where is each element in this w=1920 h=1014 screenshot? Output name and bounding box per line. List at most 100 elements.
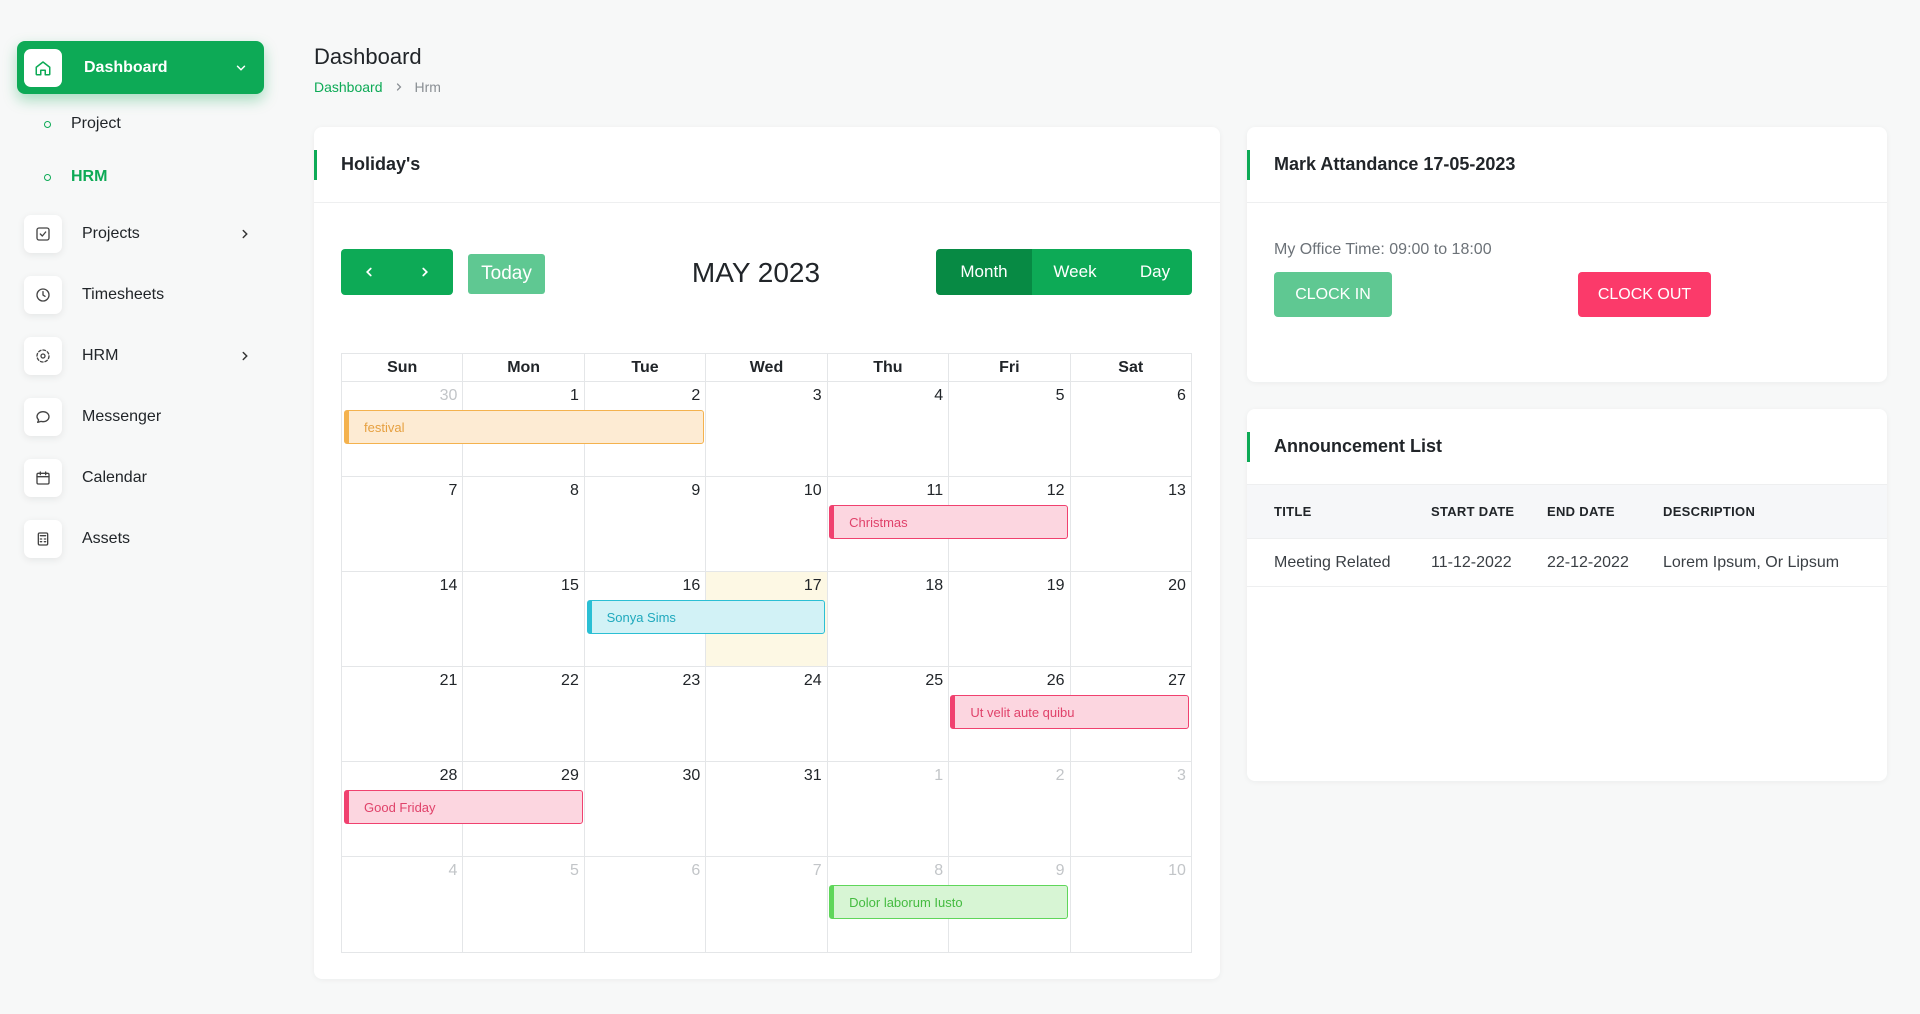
- calendar-day-cell[interactable]: 5: [462, 857, 583, 952]
- calendar-event[interactable]: Ut velit aute quibu: [950, 695, 1189, 729]
- chevron-right-icon: [238, 227, 252, 241]
- sidebar-item-label: Messenger: [82, 408, 162, 425]
- office-time-text: My Office Time: 09:00 to 18:00: [1274, 241, 1492, 258]
- calendar-day-cell[interactable]: 23: [583, 667, 705, 761]
- table-header-row: TITLE START DATE END DATE DESCRIPTION: [1247, 485, 1887, 539]
- sidebar-item-dashboard[interactable]: Dashboard: [17, 41, 264, 94]
- chevron-right-icon: [422, 267, 428, 277]
- calendar-day-cell[interactable]: 19: [948, 572, 1069, 666]
- card-title: Mark Attandance 17-05-2023: [1274, 154, 1516, 174]
- clock-out-button[interactable]: CLOCK OUT: [1578, 272, 1711, 317]
- calendar-day-cell[interactable]: 18: [826, 572, 948, 666]
- calendar-event[interactable]: festival: [344, 410, 704, 444]
- calendar-day-cell[interactable]: 13: [1069, 477, 1191, 571]
- sidebar-item-hrm[interactable]: HRM: [24, 336, 264, 376]
- sidebar: Dashboard Project HRM Projects Timesheet…: [0, 0, 280, 1014]
- calendar-day-cell[interactable]: 24: [705, 667, 826, 761]
- today-button[interactable]: Today: [468, 254, 545, 294]
- calendar-view-switcher: Month Week Day: [936, 249, 1192, 295]
- day-number: 2: [1055, 767, 1065, 784]
- calendar-day-cell[interactable]: 25: [826, 667, 948, 761]
- sidebar-item-label: Timesheets: [82, 286, 165, 303]
- clock-in-button[interactable]: CLOCK IN: [1274, 272, 1392, 317]
- calendar-day-cell[interactable]: 4: [342, 857, 462, 952]
- sidebar-item-messenger[interactable]: Messenger: [24, 397, 264, 437]
- day-number: 18: [925, 577, 944, 594]
- column-header-end-date: END DATE: [1547, 504, 1615, 519]
- view-week-button[interactable]: Week: [1032, 249, 1118, 295]
- calendar-day-cell[interactable]: 6: [1069, 382, 1191, 476]
- breadcrumb-current: Hrm: [414, 79, 441, 95]
- sidebar-item-timesheets[interactable]: Timesheets: [24, 275, 264, 315]
- day-number: 10: [803, 482, 822, 499]
- day-number: 17: [803, 577, 822, 594]
- sidebar-item-label: Dashboard: [84, 58, 168, 76]
- day-number: 27: [1168, 672, 1186, 689]
- weekday-header-row: Sun Mon Tue Wed Thu Fri Sat: [342, 354, 1191, 382]
- calendar-day-cell[interactable]: 1: [826, 762, 948, 856]
- column-header-title: TITLE: [1274, 504, 1312, 519]
- sidebar-item-assets[interactable]: Assets: [24, 519, 264, 559]
- sidebar-item-label: Calendar: [82, 469, 147, 486]
- day-number: 5: [1055, 387, 1065, 404]
- sidebar-subitem-label: Project: [71, 115, 121, 132]
- announcement-card: Announcement List TITLE START DATE END D…: [1247, 409, 1887, 781]
- calendar-week-row: 7 8 9 10 11 12 13 Christmas: [342, 477, 1191, 572]
- cell-end-date: 22-12-2022: [1547, 553, 1629, 571]
- chat-icon: [24, 398, 62, 436]
- calendar-day-cell[interactable]: 10: [705, 477, 826, 571]
- calendar-event[interactable]: Christmas: [829, 505, 1068, 539]
- weekday-header: Mon: [462, 354, 583, 381]
- calendar-day-cell[interactable]: 22: [462, 667, 583, 761]
- sidebar-item-projects[interactable]: Projects: [24, 214, 264, 254]
- calendar-day-cell[interactable]: 14: [342, 572, 462, 666]
- calendar-day-cell[interactable]: 20: [1069, 572, 1191, 666]
- calendar-event[interactable]: Dolor laborum Iusto: [829, 885, 1068, 919]
- day-number: 10: [1168, 862, 1186, 879]
- announcement-table: TITLE START DATE END DATE DESCRIPTION Me…: [1247, 485, 1887, 587]
- calendar-day-cell[interactable]: 8: [462, 477, 583, 571]
- calendar-day-cell[interactable]: 10: [1069, 857, 1191, 952]
- calendar-day-cell[interactable]: 15: [462, 572, 583, 666]
- view-day-button[interactable]: Day: [1118, 249, 1192, 295]
- day-number: 28: [439, 767, 458, 784]
- card-title: Announcement List: [1274, 436, 1443, 456]
- next-month-button[interactable]: [397, 249, 453, 295]
- sidebar-subitem-project[interactable]: Project: [44, 112, 121, 136]
- calendar-day-cell[interactable]: 30: [583, 762, 705, 856]
- calendar-day-cell[interactable]: 3: [705, 382, 826, 476]
- weekday-header: Tue: [583, 354, 705, 381]
- sidebar-subitem-hrm[interactable]: HRM: [44, 165, 107, 189]
- calendar-week-row: 28 29 30 31 1 2 3 Good Friday: [342, 762, 1191, 857]
- calendar-day-cell[interactable]: 31: [705, 762, 826, 856]
- calendar-day-cell[interactable]: 6: [583, 857, 705, 952]
- weekday-header: Sun: [387, 359, 418, 376]
- sidebar-item-calendar[interactable]: Calendar: [24, 458, 264, 498]
- calendar-day-cell[interactable]: 3: [1069, 762, 1191, 856]
- calendar-day-cell[interactable]: 7: [342, 477, 462, 571]
- calendar-week-row: 30 1 2 3 4 5 6 festival: [342, 382, 1191, 477]
- calendar-week-row: 4 5 6 7 8 9 10 Dolor laborum Iusto: [342, 857, 1191, 952]
- table-row[interactable]: Meeting Related 11-12-2022 22-12-2022 Lo…: [1247, 539, 1887, 587]
- calendar-day-cell[interactable]: 4: [826, 382, 948, 476]
- view-month-button[interactable]: Month: [936, 249, 1032, 295]
- day-number: 31: [803, 767, 822, 784]
- prev-month-button[interactable]: [341, 249, 397, 295]
- day-number: 20: [1168, 577, 1186, 594]
- day-number: 19: [1046, 577, 1065, 594]
- breadcrumb-link-dashboard[interactable]: Dashboard: [314, 79, 383, 95]
- calendar-event[interactable]: Good Friday: [344, 790, 583, 824]
- calendar-day-cell[interactable]: 5: [948, 382, 1069, 476]
- calendar-day-cell[interactable]: 7: [705, 857, 826, 952]
- day-number: 23: [682, 672, 701, 689]
- day-number: 7: [448, 482, 458, 499]
- calendar-event[interactable]: Sonya Sims: [586, 600, 826, 634]
- attendance-card: Mark Attandance 17-05-2023 My Office Tim…: [1247, 127, 1887, 382]
- column-header-description: DESCRIPTION: [1663, 504, 1756, 519]
- calendar-day-cell[interactable]: 2: [948, 762, 1069, 856]
- weekday-header: Sat: [1069, 354, 1191, 381]
- calendar-day-cell[interactable]: 9: [583, 477, 705, 571]
- day-number: 5: [569, 862, 579, 879]
- day-number: 30: [439, 387, 458, 404]
- calendar-day-cell[interactable]: 21: [342, 667, 462, 761]
